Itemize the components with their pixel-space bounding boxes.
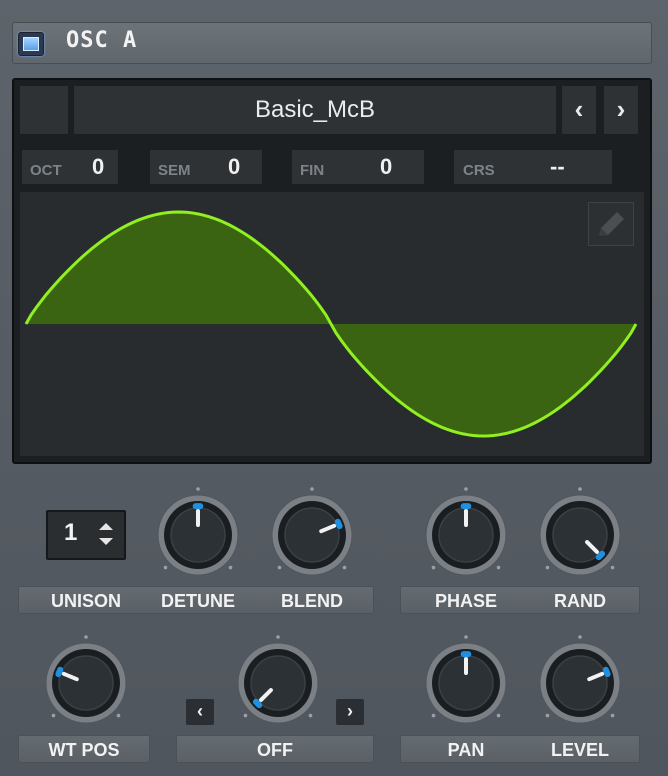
knob-tick — [545, 565, 550, 570]
knob-tick — [51, 713, 56, 718]
sem-value: 0 — [228, 154, 241, 179]
unison-stepper-arrows-icon[interactable] — [96, 519, 116, 549]
knob-tick — [496, 713, 501, 718]
knob-tick — [243, 713, 248, 718]
knob-tick — [228, 565, 233, 570]
pan-label: PAN — [447, 740, 485, 760]
knob-tick — [276, 635, 280, 639]
phase-label: PHASE — [434, 591, 497, 611]
blend-knob[interactable] — [262, 485, 362, 585]
oct-label: OCT — [30, 162, 62, 179]
warp-mode-label: OFF — [257, 740, 293, 760]
crs-label: CRS — [463, 162, 495, 179]
knob-tick — [610, 565, 615, 570]
waveform-display[interactable] — [20, 192, 644, 456]
rand-label: RAND — [554, 591, 606, 611]
wavetable-next-button[interactable]: › — [604, 86, 638, 134]
knob-tick — [578, 635, 582, 639]
knob-marker — [595, 550, 606, 561]
knob-tick — [464, 487, 468, 491]
fin-label: FIN — [300, 162, 325, 179]
knob-marker — [55, 666, 64, 678]
level-label: LEVEL — [550, 740, 609, 760]
level-knob[interactable] — [530, 633, 630, 733]
knob-marker — [602, 666, 611, 678]
wavetable-menu-button[interactable] — [20, 86, 68, 134]
warp-next-button[interactable]: › — [336, 699, 364, 725]
knob-tick — [431, 565, 436, 570]
knob-tick — [496, 565, 501, 570]
wavetable-name: Basic_McB — [254, 96, 376, 123]
knob-marker — [252, 698, 263, 709]
pan-knob[interactable] — [416, 633, 516, 733]
oscillator-title: OSC A — [66, 28, 138, 53]
knob-tick — [116, 713, 121, 718]
waveform-svg — [24, 210, 638, 438]
warp-prev-button[interactable]: ‹ — [186, 699, 214, 725]
knob-tick — [464, 635, 468, 639]
knob-tick — [545, 713, 550, 718]
wavetable-prev-button[interactable]: ‹ — [562, 86, 596, 134]
detune-label: DETUNE — [160, 591, 235, 611]
rand-knob[interactable] — [530, 485, 630, 585]
unison-value: 1 — [64, 519, 78, 546]
wt-pos-label: WT POS — [48, 740, 120, 760]
knob-tick — [277, 565, 282, 570]
knob-tick — [196, 487, 200, 491]
knob-tick — [308, 713, 313, 718]
fin-value: 0 — [380, 154, 393, 179]
phase-knob[interactable] — [416, 485, 516, 585]
power-indicator-icon — [23, 37, 39, 51]
unison-label: UNISON — [50, 591, 121, 611]
warp-knob[interactable] — [228, 633, 328, 733]
knob-tick — [431, 713, 436, 718]
knob-marker — [334, 518, 343, 530]
oct-value: 0 — [92, 154, 105, 179]
pencil-edit-icon[interactable] — [588, 202, 634, 246]
wt-pos-knob[interactable] — [36, 633, 136, 733]
knob-tick — [342, 565, 347, 570]
knob-cap — [284, 507, 340, 563]
crs-value: -- — [550, 154, 565, 179]
knob-tick — [578, 487, 582, 491]
knob-cap — [58, 655, 114, 711]
sem-label: SEM — [158, 162, 191, 179]
knob-cap — [552, 655, 608, 711]
knob-tick — [163, 565, 168, 570]
knob-tick — [610, 713, 615, 718]
blend-label: BLEND — [281, 591, 343, 611]
knob-tick — [310, 487, 314, 491]
oscillator-power-toggle[interactable] — [18, 32, 44, 56]
knob-tick — [84, 635, 88, 639]
detune-knob[interactable] — [148, 485, 248, 585]
